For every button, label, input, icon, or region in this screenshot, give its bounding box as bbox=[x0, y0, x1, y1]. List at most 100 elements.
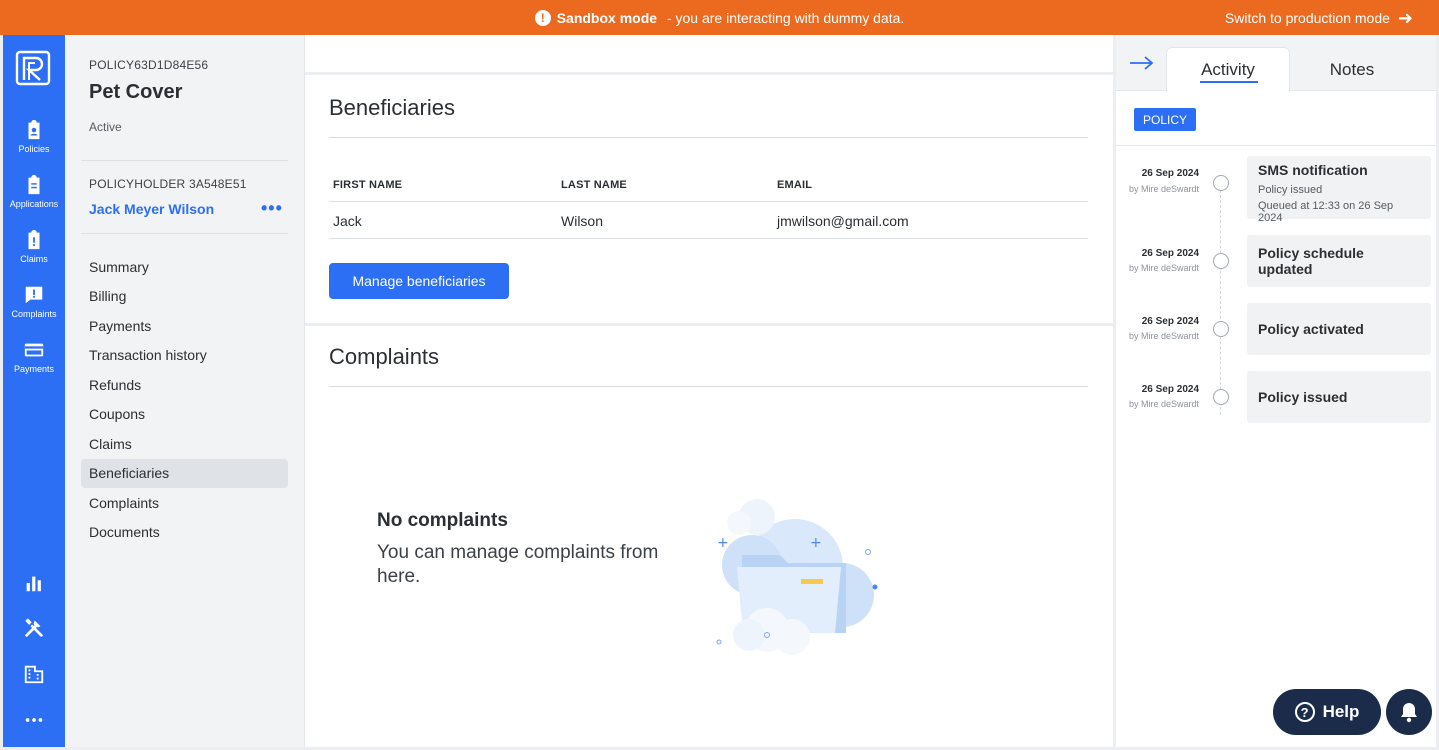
cell-last-name: Wilson bbox=[561, 213, 604, 229]
empty-state-text: You can manage complaints from here. bbox=[377, 542, 659, 587]
event-title: Policy schedule updated bbox=[1258, 245, 1364, 277]
column-header-email: EMAIL bbox=[777, 179, 813, 191]
policy-name: Pet Cover bbox=[89, 81, 183, 103]
event-date: 26 Sep 2024 bbox=[1141, 384, 1199, 395]
main-content: Beneficiaries FIRST NAME LAST NAME EMAIL… bbox=[305, 35, 1113, 747]
policy-nav: Summary Billing Payments Transaction his… bbox=[81, 252, 288, 547]
policyholder-id: POLICYHOLDER 3A548E51 bbox=[89, 177, 247, 191]
building-icon bbox=[24, 665, 44, 684]
sidebar-divider bbox=[81, 233, 288, 234]
sandbox-mode-text: - you are interacting with dummy data. bbox=[663, 9, 905, 26]
tab-notes[interactable]: Notes bbox=[1290, 47, 1414, 92]
sidebar-divider bbox=[81, 160, 288, 161]
more-icon bbox=[25, 718, 43, 722]
policy-status: Active bbox=[89, 120, 122, 134]
event-title: Policy activated bbox=[1258, 321, 1364, 337]
rail-applications-label: Applications bbox=[9, 199, 59, 209]
activity-panel-header: Activity Notes bbox=[1116, 35, 1436, 92]
event-card[interactable]: SMS notification Policy issued Queued at… bbox=[1247, 156, 1431, 224]
policyholder-more-button[interactable]: ••• bbox=[261, 199, 283, 217]
event-date: 26 Sep 2024 bbox=[1141, 248, 1199, 259]
brand-logo[interactable] bbox=[15, 50, 51, 86]
nav-item-complaints[interactable]: Complaints bbox=[81, 488, 288, 518]
nav-item-summary[interactable]: Summary bbox=[81, 252, 288, 282]
event-title: Policy issued bbox=[1258, 389, 1348, 405]
event-title: SMS notification bbox=[1258, 162, 1368, 178]
event-card[interactable]: Policy activated bbox=[1247, 303, 1431, 355]
rail-tools[interactable] bbox=[3, 613, 65, 643]
switch-production-label: Switch to production mode bbox=[1224, 9, 1390, 26]
timeline-dot bbox=[1213, 175, 1229, 191]
nav-item-coupons[interactable]: Coupons bbox=[81, 400, 288, 430]
active-tab-indicator bbox=[1200, 81, 1258, 83]
tab-activity-label: Activity bbox=[1201, 60, 1255, 79]
section-rule bbox=[329, 137, 1088, 138]
rail-more[interactable] bbox=[3, 705, 65, 735]
beneficiaries-title: Beneficiaries bbox=[329, 95, 455, 120]
clipboard-alert-icon bbox=[28, 229, 40, 250]
timeline-dot bbox=[1213, 321, 1229, 337]
column-header-first-name: FIRST NAME bbox=[333, 179, 403, 191]
help-button[interactable]: ? Help bbox=[1273, 689, 1381, 735]
event-author: by Mire deSwardt bbox=[1128, 331, 1199, 341]
policy-id: POLICY63D1D84E56 bbox=[89, 58, 209, 72]
tab-activity[interactable]: Activity bbox=[1166, 47, 1290, 92]
manage-beneficiaries-button[interactable]: Manage beneficiaries bbox=[329, 263, 509, 299]
nav-item-claims[interactable]: Claims bbox=[81, 429, 288, 459]
previous-section-end bbox=[305, 35, 1113, 75]
clipboard-list-icon bbox=[28, 174, 40, 195]
rail-organization[interactable] bbox=[3, 659, 65, 689]
panel-rule bbox=[1116, 145, 1436, 146]
rail-claims[interactable]: Claims bbox=[3, 229, 65, 277]
timeline-line bbox=[1220, 185, 1221, 415]
event-detail: Queued at 12:33 on 26 Sep 2024 bbox=[1258, 200, 1394, 224]
nav-item-transaction-history[interactable]: Transaction history bbox=[81, 341, 288, 371]
collapse-arrow-icon[interactable] bbox=[1128, 55, 1156, 71]
tools-icon bbox=[25, 618, 43, 637]
notifications-button[interactable] bbox=[1386, 689, 1432, 735]
rail-policies-label: Policies bbox=[18, 144, 50, 154]
nav-item-payments[interactable]: Payments bbox=[81, 311, 288, 341]
help-label: Help bbox=[1322, 702, 1360, 721]
rail-complaints[interactable]: Complaints bbox=[3, 284, 65, 332]
chat-alert-icon bbox=[25, 286, 43, 304]
arrow-right-icon: ➜ bbox=[1397, 7, 1413, 28]
rail-claims-label: Claims bbox=[20, 254, 48, 264]
rail-analytics[interactable] bbox=[3, 568, 65, 598]
sandbox-mode-label: Sandbox mode bbox=[556, 9, 658, 26]
rail-payments-label: Payments bbox=[13, 364, 55, 374]
event-card[interactable]: Policy schedule updated bbox=[1247, 235, 1431, 287]
help-icon: ? bbox=[1294, 702, 1315, 722]
policyholder-name-link[interactable]: Jack Meyer Wilson bbox=[89, 201, 214, 217]
complaints-title: Complaints bbox=[329, 344, 440, 369]
section-separator bbox=[305, 323, 1113, 326]
policy-filter-badge[interactable]: POLICY bbox=[1134, 108, 1197, 131]
rail-payments[interactable]: Payments bbox=[3, 339, 65, 387]
left-rail: Policies Applications Claims Complaints … bbox=[3, 35, 65, 747]
section-rule bbox=[329, 386, 1088, 387]
nav-item-billing[interactable]: Billing bbox=[81, 282, 288, 312]
sandbox-message: ! Sandbox mode - you are interacting wit… bbox=[0, 0, 1439, 35]
rail-policies[interactable]: Policies bbox=[3, 119, 65, 167]
switch-production-link[interactable]: Switch to production mode ➜ bbox=[1225, 0, 1413, 35]
sandbox-banner: ! Sandbox mode - you are interacting wit… bbox=[0, 0, 1439, 35]
bell-icon bbox=[1401, 703, 1417, 723]
event-author: by Mire deSwardt bbox=[1128, 263, 1199, 273]
timeline-dot bbox=[1213, 389, 1229, 405]
event-card[interactable]: Policy issued bbox=[1247, 371, 1431, 423]
nav-item-refunds[interactable]: Refunds bbox=[81, 370, 288, 400]
column-header-last-name: LAST NAME bbox=[561, 179, 627, 191]
event-date: 26 Sep 2024 bbox=[1141, 168, 1199, 179]
policy-sidebar: POLICY63D1D84E56 Pet Cover Active POLICY… bbox=[65, 35, 305, 747]
table-row-rule bbox=[329, 238, 1088, 239]
table-header-rule bbox=[329, 201, 1088, 202]
event-author: by Mire deSwardt bbox=[1128, 399, 1199, 409]
nav-item-beneficiaries[interactable]: Beneficiaries bbox=[81, 458, 288, 488]
svg-text:+: + bbox=[717, 535, 729, 551]
rail-applications[interactable]: Applications bbox=[3, 174, 65, 222]
credit-card-icon bbox=[24, 343, 44, 357]
rail-complaints-label: Complaints bbox=[11, 309, 57, 319]
nav-item-documents[interactable]: Documents bbox=[81, 518, 288, 548]
svg-text:+: + bbox=[810, 535, 822, 551]
empty-folder-illustration: + + + bbox=[716, 499, 878, 655]
